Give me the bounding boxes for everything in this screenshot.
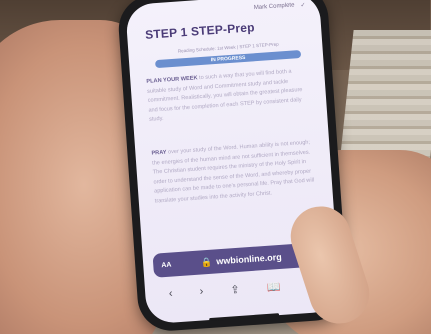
paragraph-pray: PRAY over your study of the Word. Human … [151, 138, 319, 206]
url-text: wwbionline.org [215, 251, 283, 267]
mark-complete-label[interactable]: Mark Complete [254, 2, 295, 11]
paragraph-pray-lead: PRAY [151, 149, 167, 157]
progress-label: IN PROGRESS [210, 54, 246, 64]
url-field[interactable]: 🔒 wwbionline.org [201, 251, 282, 268]
back-icon[interactable]: ‹ [168, 288, 173, 300]
paragraph-pray-body: over your study of the Word. Human abili… [151, 139, 315, 205]
lock-icon: 🔒 [200, 256, 213, 267]
paragraph-plan-lead: PLAN YOUR WEEK [146, 75, 198, 85]
page-title: STEP 1 STEP-Prep [144, 20, 256, 42]
top-bar: Mark Complete ✓ [139, 0, 306, 22]
check-icon: ✓ [300, 2, 306, 9]
bookmarks-icon[interactable]: 📖 [266, 280, 281, 294]
forward-icon[interactable]: › [199, 285, 204, 297]
text-size-button[interactable]: AA [161, 261, 172, 269]
share-icon[interactable]: ⇪ [230, 282, 240, 296]
paragraph-plan: PLAN YOUR WEEK to such a way that you wi… [146, 66, 313, 125]
photo-scene: Mark Complete ✓ STEP 1 STEP-Prep Reading… [0, 0, 431, 334]
